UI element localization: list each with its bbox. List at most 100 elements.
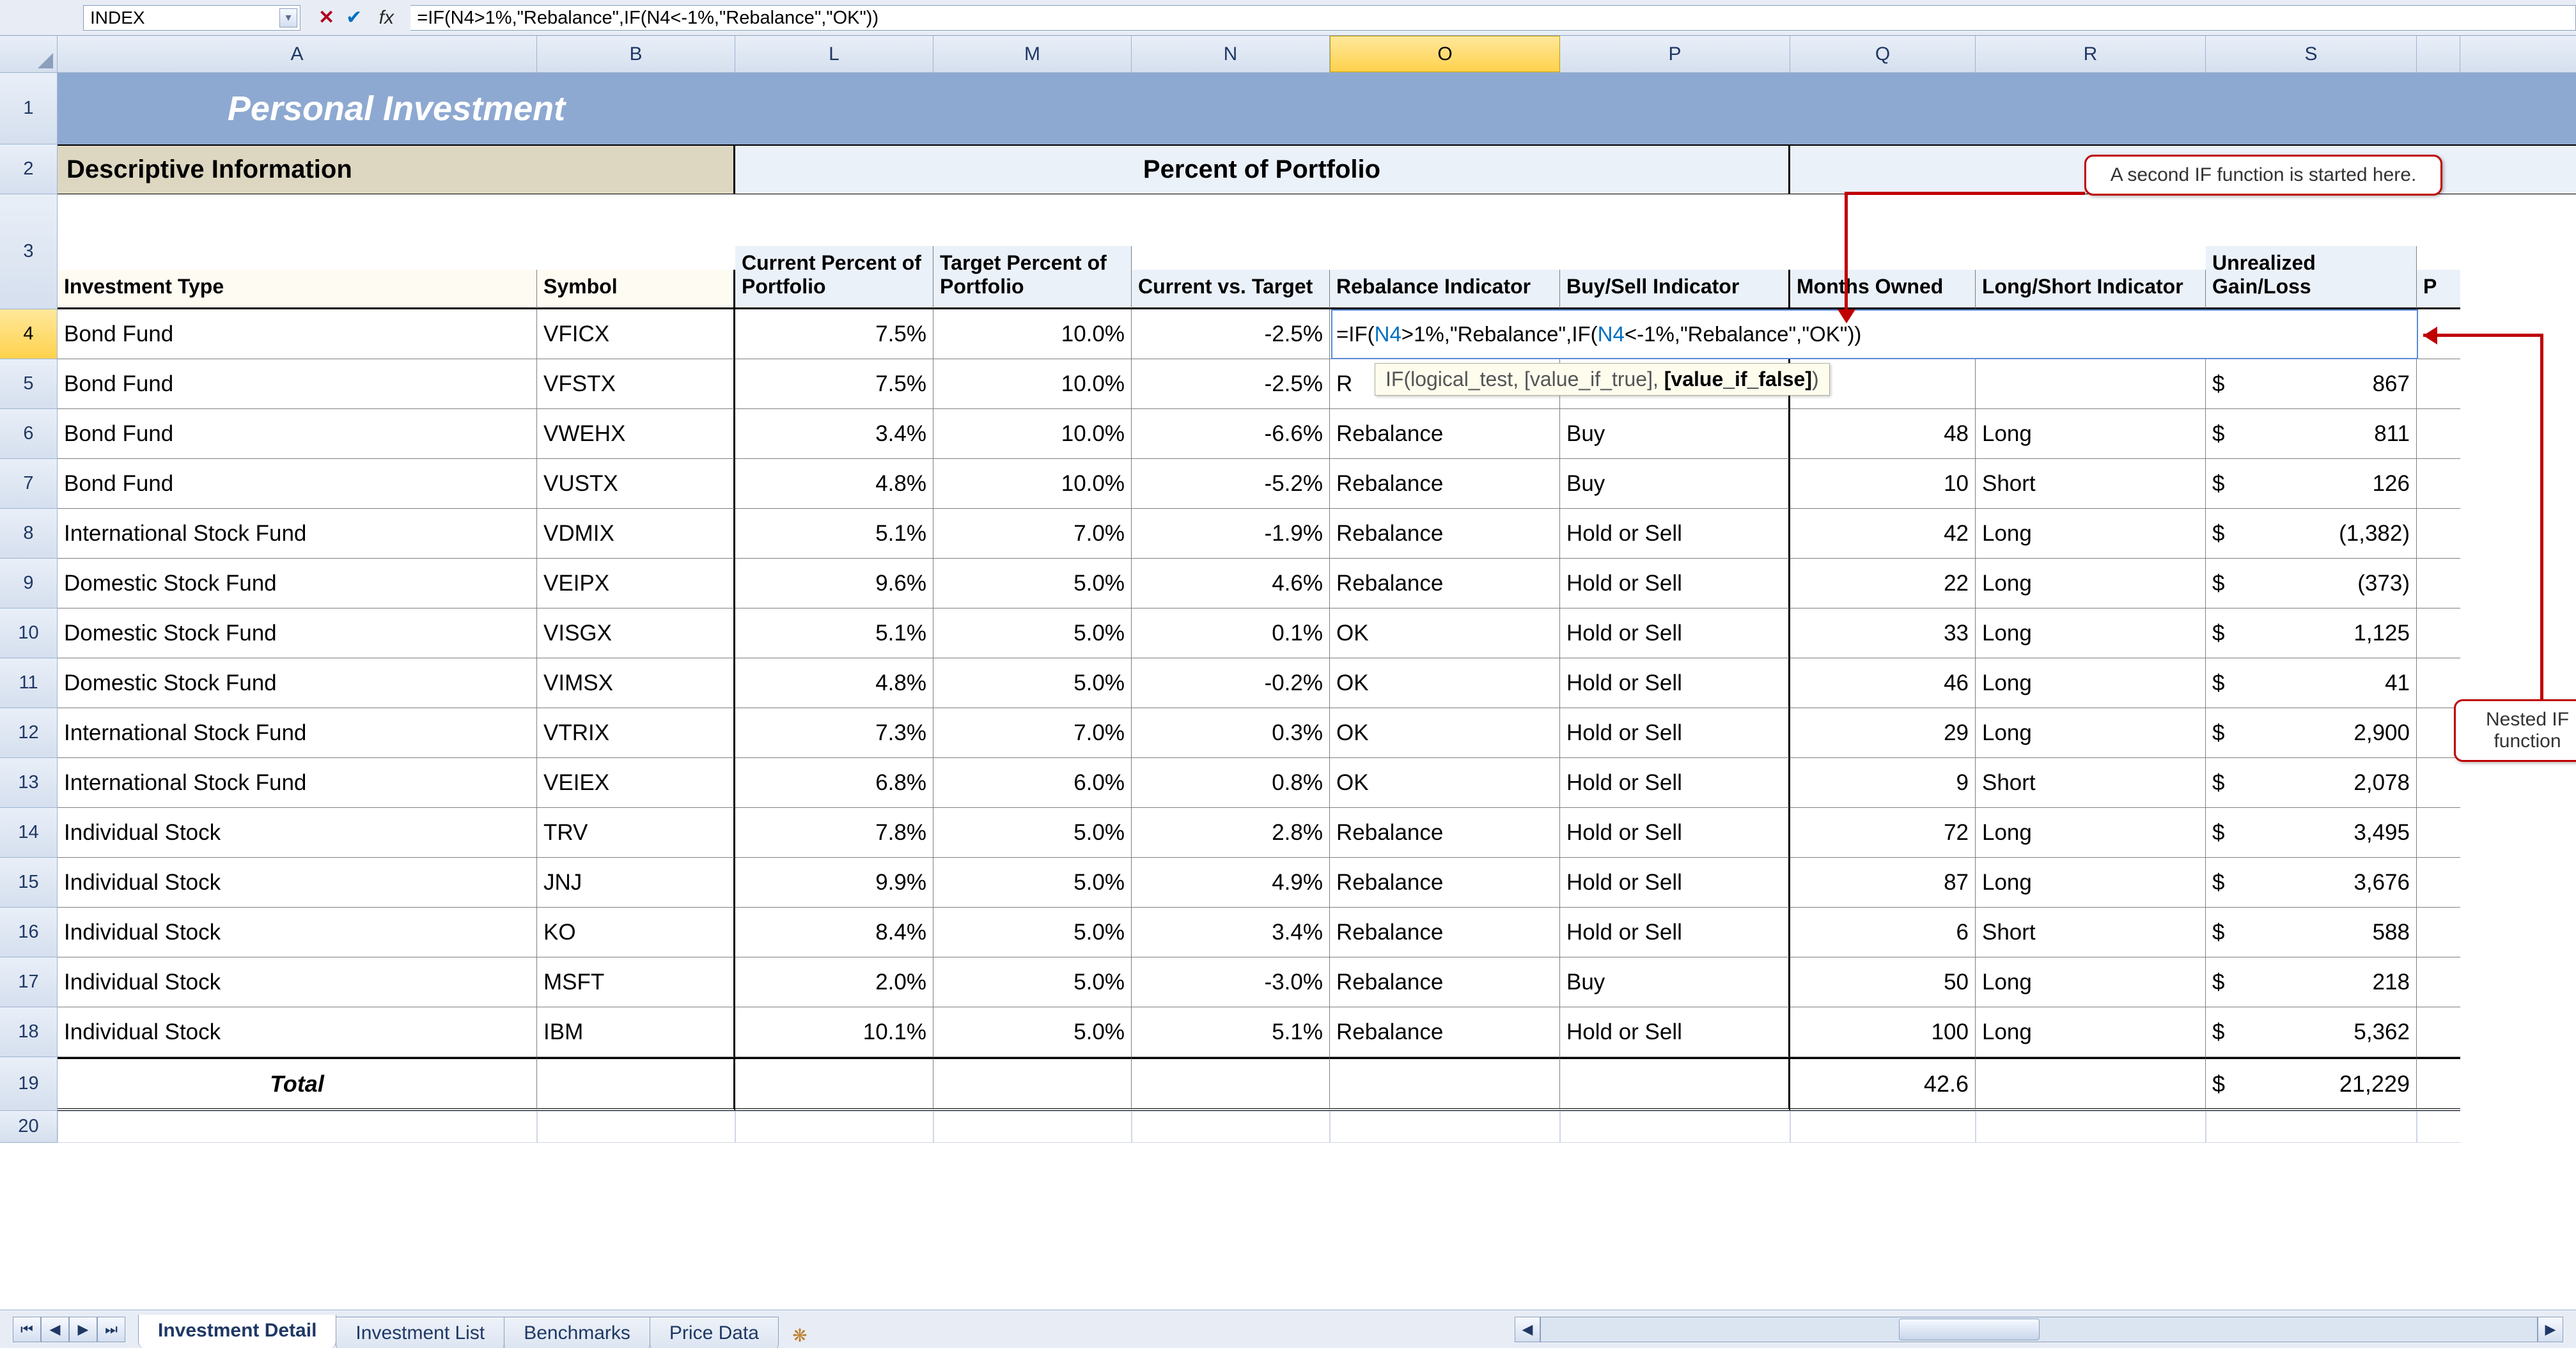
cell-current-pct[interactable]: 4.8% [735, 658, 933, 708]
cell-longshort[interactable]: Long [1976, 708, 2206, 758]
cell-longshort[interactable]: Short [1976, 908, 2206, 957]
tab-nav-last-icon[interactable]: ⏭ [97, 1317, 125, 1342]
cell-type[interactable]: International Stock Fund [58, 708, 537, 758]
name-box[interactable]: INDEX ▾ [83, 5, 301, 31]
cell-target-pct[interactable]: 7.0% [933, 708, 1132, 758]
cell-rebalance[interactable]: Rebalance [1330, 908, 1560, 957]
cell-next[interactable] [2417, 359, 2460, 409]
total-R[interactable] [1976, 1057, 2206, 1111]
cell-symbol[interactable]: VFSTX [537, 359, 735, 409]
col-header-P[interactable]: P [1560, 36, 1790, 72]
cell-rebalance[interactable]: Rebalance [1330, 509, 1560, 559]
cell-target-pct[interactable]: 10.0% [933, 409, 1132, 459]
tab-price-data[interactable]: Price Data [650, 1317, 779, 1348]
cell-longshort[interactable]: Short [1976, 459, 2206, 509]
row-header-3[interactable]: 3 [0, 194, 58, 309]
cell-months[interactable]: 46 [1790, 658, 1976, 708]
cell-gainloss[interactable]: $2,900 [2206, 708, 2417, 758]
cell-rebalance[interactable]: OK [1330, 658, 1560, 708]
cell-target-pct[interactable]: 5.0% [933, 608, 1132, 658]
cell-cvt[interactable]: 4.6% [1132, 559, 1330, 608]
cell-N20[interactable] [1132, 1111, 1330, 1143]
cell-symbol[interactable]: VFICX [537, 309, 735, 359]
name-box-dropdown-icon[interactable]: ▾ [279, 8, 297, 27]
cell-gainloss[interactable]: $3,495 [2206, 808, 2417, 858]
hscroll-right-icon[interactable]: ▶ [2538, 1317, 2563, 1342]
cell-next[interactable] [2417, 559, 2460, 608]
cell-target-pct[interactable]: 5.0% [933, 858, 1132, 908]
col-header-R[interactable]: R [1976, 36, 2206, 72]
cell-gainloss[interactable]: $(1,382) [2206, 509, 2417, 559]
row-header-1[interactable]: 1 [0, 73, 58, 144]
cell-gainloss[interactable]: $1,125 [2206, 608, 2417, 658]
cell-next[interactable] [2417, 908, 2460, 957]
cell-rebalance[interactable]: Rebalance [1330, 858, 1560, 908]
cell-gainloss[interactable]: $41 [2206, 658, 2417, 708]
cell-gainloss[interactable]: $867 [2206, 359, 2417, 409]
cell-months[interactable]: 42 [1790, 509, 1976, 559]
cell-cvt[interactable]: 5.1% [1132, 1007, 1330, 1057]
col-header-O[interactable]: O [1330, 36, 1560, 72]
cell-current-pct[interactable]: 5.1% [735, 509, 933, 559]
cell-next[interactable] [2417, 459, 2460, 509]
cell-R20[interactable] [1976, 1111, 2206, 1143]
cell-gainloss[interactable]: $2,078 [2206, 758, 2417, 808]
cell-target-pct[interactable]: 5.0% [933, 908, 1132, 957]
row-header-20[interactable]: 20 [0, 1111, 58, 1143]
cell-buysell[interactable]: Buy [1560, 957, 1790, 1007]
cell-cvt[interactable]: 3.4% [1132, 908, 1330, 957]
cell-rebalance[interactable]: OK [1330, 708, 1560, 758]
row-header-12[interactable]: 12 [0, 708, 58, 758]
cell-next[interactable] [2417, 509, 2460, 559]
row-header-5[interactable]: 5 [0, 359, 58, 409]
hdr-buysell-indicator[interactable]: Buy/Sell Indicator [1560, 270, 1790, 309]
function-syntax-tooltip[interactable]: IF(logical_test, [value_if_true], [value… [1375, 363, 1830, 396]
cell-symbol[interactable]: VEIPX [537, 559, 735, 608]
total-B[interactable] [537, 1057, 735, 1111]
total-gainloss[interactable]: $21,229 [2206, 1057, 2417, 1111]
cell-current-pct[interactable]: 6.8% [735, 758, 933, 808]
total-O[interactable] [1330, 1057, 1560, 1111]
cell-type[interactable]: Individual Stock [58, 808, 537, 858]
cell-gainloss[interactable]: $811 [2206, 409, 2417, 459]
cell-target-pct[interactable]: 10.0% [933, 309, 1132, 359]
cell-T20[interactable] [2417, 1111, 2460, 1143]
cell-symbol[interactable]: IBM [537, 1007, 735, 1057]
cell-longshort[interactable]: Long [1976, 808, 2206, 858]
col-header-S[interactable]: S [2206, 36, 2417, 72]
cell-current-pct[interactable]: 7.3% [735, 708, 933, 758]
row-header-8[interactable]: 8 [0, 509, 58, 559]
cell-buysell[interactable]: Hold or Sell [1560, 509, 1790, 559]
cell-symbol[interactable]: VEIEX [537, 758, 735, 808]
cell-symbol[interactable]: MSFT [537, 957, 735, 1007]
cell-cvt[interactable]: 2.8% [1132, 808, 1330, 858]
row-header-14[interactable]: 14 [0, 808, 58, 858]
worksheet-title[interactable]: Personal Investment [58, 73, 735, 144]
formula-input[interactable]: =IF(N4>1%,"Rebalance",IF(N4<-1%,"Rebalan… [410, 5, 2576, 31]
cell-longshort[interactable]: Short [1976, 758, 2206, 808]
confirm-edit-icon[interactable]: ✔ [346, 6, 362, 29]
cell-A20[interactable] [58, 1111, 537, 1143]
cell-months[interactable]: 22 [1790, 559, 1976, 608]
cell-months[interactable]: 50 [1790, 957, 1976, 1007]
cell-months[interactable]: 6 [1790, 908, 1976, 957]
cell-L20[interactable] [735, 1111, 933, 1143]
row-header-13[interactable]: 13 [0, 758, 58, 808]
cell-current-pct[interactable]: 7.8% [735, 808, 933, 858]
cell-longshort[interactable]: Long [1976, 957, 2206, 1007]
cell-target-pct[interactable]: 10.0% [933, 459, 1132, 509]
hdr-current-percent[interactable]: Current Percent of Portfolio [735, 246, 933, 309]
cell-next[interactable] [2417, 409, 2460, 459]
hdr-current-vs-target[interactable]: Current vs. Target [1132, 270, 1330, 309]
cell-cvt[interactable]: -6.6% [1132, 409, 1330, 459]
row-header-17[interactable]: 17 [0, 957, 58, 1007]
cell-months[interactable]: 100 [1790, 1007, 1976, 1057]
cell-gainloss[interactable]: $(373) [2206, 559, 2417, 608]
cell-months[interactable]: 48 [1790, 409, 1976, 459]
cell-next[interactable] [2417, 858, 2460, 908]
cell-P20[interactable] [1560, 1111, 1790, 1143]
cell-next[interactable] [2417, 658, 2460, 708]
cell-buysell[interactable]: Hold or Sell [1560, 858, 1790, 908]
row-header-19[interactable]: 19 [0, 1057, 58, 1111]
cell-target-pct[interactable]: 6.0% [933, 758, 1132, 808]
